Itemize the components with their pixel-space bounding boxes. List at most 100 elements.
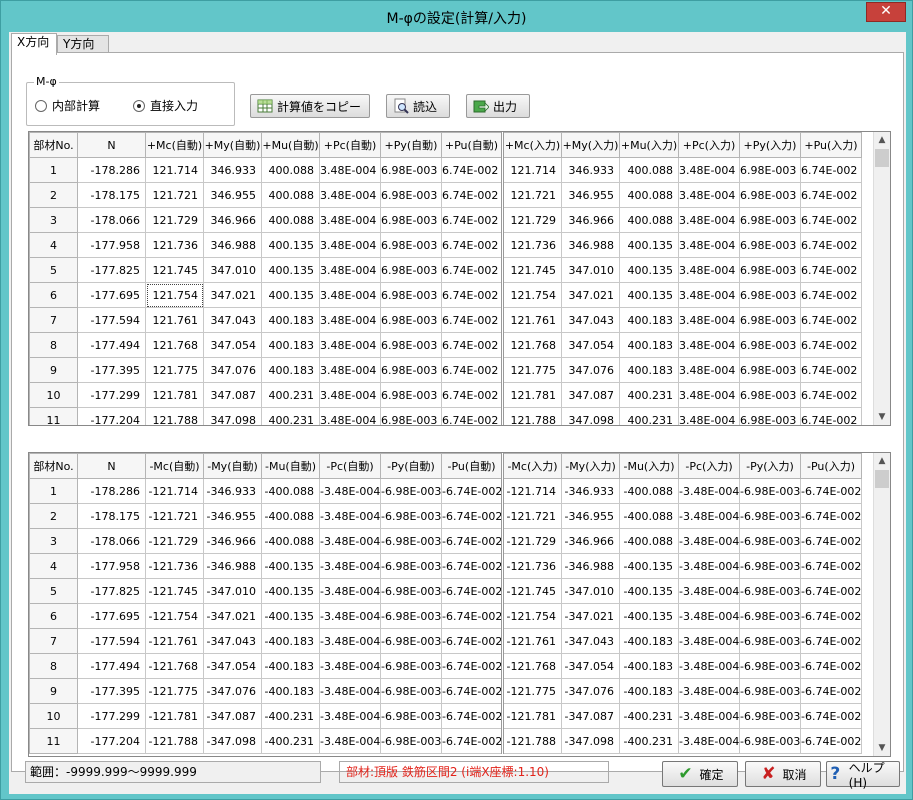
scroll-down-icon[interactable]: ▼ [874, 409, 890, 425]
table-cell[interactable]: 6.74E-002 [441, 207, 503, 233]
table-cell[interactable]: 400.088 [261, 157, 320, 183]
table-cell[interactable]: 121.745 [145, 257, 204, 283]
row-header[interactable]: 9 [29, 357, 78, 383]
scroll-down-icon[interactable]: ▼ [874, 740, 890, 756]
table-cell[interactable]: 3.48E-004 [319, 182, 381, 208]
table-cell[interactable]: 6.74E-002 [800, 232, 862, 258]
table-cell[interactable]: -3.48E-004 [678, 703, 740, 729]
column-header[interactable]: +Py(自動) [380, 132, 442, 158]
table-cell[interactable]: -6.74E-002 [800, 603, 862, 629]
table-cell[interactable]: -400.183 [261, 653, 320, 679]
table-cell[interactable]: -121.714 [145, 478, 204, 504]
help-button[interactable]: ? ヘルプ(H) [826, 761, 900, 790]
table-cell[interactable]: 6.74E-002 [800, 332, 862, 358]
table-cell[interactable]: -6.98E-003 [739, 678, 801, 704]
table-cell[interactable]: 347.010 [561, 257, 620, 283]
table-cell[interactable]: 6.98E-003 [739, 257, 801, 283]
table-cell[interactable]: 6.74E-002 [441, 332, 503, 358]
table-cell[interactable]: -400.135 [619, 553, 679, 579]
copy-calculated-button[interactable]: 計算値をコピー [250, 94, 370, 118]
table-cell[interactable]: -121.781 [145, 703, 204, 729]
table-cell[interactable]: 6.98E-003 [739, 157, 801, 183]
table-cell[interactable]: 346.988 [561, 232, 620, 258]
table-cell[interactable]: 121.736 [501, 232, 562, 258]
table-cell[interactable]: 347.076 [203, 357, 262, 383]
table-cell[interactable]: -6.74E-002 [441, 653, 503, 679]
table-cell[interactable]: -178.175 [77, 182, 146, 208]
table-cell[interactable]: -121.729 [501, 528, 562, 554]
table-cell[interactable]: -177.204 [77, 407, 146, 425]
column-header[interactable]: +Mc(入力) [501, 132, 562, 158]
table-cell[interactable]: -178.175 [77, 503, 146, 529]
table-cell[interactable]: -178.286 [77, 157, 146, 183]
row-header[interactable]: 2 [29, 182, 78, 208]
table-cell[interactable]: 121.781 [145, 382, 204, 408]
table-cell[interactable]: -6.98E-003 [739, 628, 801, 654]
table-row[interactable]: 9 -177.395 121.775 347.076 400.183 3.48E-004 6… [29, 357, 862, 383]
table-cell[interactable]: -6.98E-003 [739, 603, 801, 629]
table-cell[interactable]: -121.768 [145, 653, 204, 679]
table-cell[interactable]: 6.98E-003 [380, 307, 442, 333]
table-cell[interactable]: -177.395 [77, 357, 146, 383]
table-cell[interactable]: -346.933 [561, 478, 620, 504]
column-header[interactable]: -Mc(自動) [145, 453, 204, 479]
negative-grid-scrollbar[interactable]: ▲ ▼ [873, 453, 890, 756]
column-header[interactable]: +Mc(自動) [145, 132, 204, 158]
radio-internal-calc[interactable]: 内部計算 [35, 97, 100, 114]
table-cell[interactable]: -347.010 [561, 578, 620, 604]
table-cell[interactable]: -400.088 [261, 478, 320, 504]
cancel-button[interactable]: ✘ 取消 [745, 761, 821, 787]
table-cell[interactable]: -3.48E-004 [319, 603, 381, 629]
column-header[interactable]: +Pu(入力) [800, 132, 862, 158]
table-cell[interactable]: -6.98E-003 [739, 528, 801, 554]
table-cell[interactable]: 121.768 [145, 332, 204, 358]
table-cell[interactable]: 400.231 [619, 407, 679, 425]
table-cell[interactable]: -6.98E-003 [739, 703, 801, 729]
table-cell[interactable]: 121.714 [501, 157, 562, 183]
table-cell[interactable]: -6.98E-003 [739, 578, 801, 604]
table-cell[interactable]: -177.594 [77, 307, 146, 333]
table-cell[interactable]: 3.48E-004 [678, 307, 740, 333]
table-cell[interactable]: 6.74E-002 [800, 207, 862, 233]
table-cell[interactable]: -3.48E-004 [319, 553, 381, 579]
load-button[interactable]: 読込 [386, 94, 450, 118]
table-cell[interactable]: 347.043 [561, 307, 620, 333]
row-header[interactable]: 11 [29, 728, 78, 754]
table-cell[interactable]: -347.076 [203, 678, 262, 704]
table-cell[interactable]: -177.695 [77, 282, 146, 308]
table-cell[interactable]: -177.695 [77, 603, 146, 629]
table-cell[interactable]: -347.098 [203, 728, 262, 754]
table-cell[interactable]: 400.088 [261, 207, 320, 233]
table-cell[interactable]: -3.48E-004 [678, 603, 740, 629]
table-cell[interactable]: -6.98E-003 [380, 703, 442, 729]
table-cell[interactable]: -6.74E-002 [800, 528, 862, 554]
table-row[interactable]: 2 -178.175 -121.721 -346.955 -400.088 -3.48E-… [29, 503, 862, 529]
table-cell[interactable]: -6.74E-002 [441, 603, 503, 629]
table-cell[interactable]: -400.088 [261, 503, 320, 529]
table-cell[interactable]: 3.48E-004 [319, 207, 381, 233]
table-cell[interactable]: -347.043 [561, 628, 620, 654]
table-cell[interactable]: -347.087 [203, 703, 262, 729]
table-cell[interactable]: 347.087 [561, 382, 620, 408]
column-header[interactable]: +My(入力) [561, 132, 620, 158]
table-cell[interactable]: -6.74E-002 [441, 503, 503, 529]
table-cell[interactable]: 3.48E-004 [319, 382, 381, 408]
table-cell[interactable]: 400.135 [619, 257, 679, 283]
table-cell[interactable]: -6.74E-002 [800, 578, 862, 604]
table-cell[interactable]: -400.135 [619, 603, 679, 629]
table-row[interactable]: 11 -177.204 121.788 347.098 400.231 3.48E-004… [29, 407, 862, 425]
table-cell[interactable]: 347.054 [561, 332, 620, 358]
table-cell[interactable]: 400.183 [619, 307, 679, 333]
table-cell[interactable]: 347.010 [203, 257, 262, 283]
table-cell[interactable]: 6.74E-002 [441, 182, 503, 208]
table-cell[interactable]: 3.48E-004 [319, 282, 381, 308]
table-cell[interactable]: -6.98E-003 [739, 503, 801, 529]
table-cell[interactable]: -121.754 [501, 603, 562, 629]
table-cell[interactable]: 400.231 [261, 407, 320, 425]
table-cell[interactable]: 121.745 [501, 257, 562, 283]
table-row[interactable]: 4 -177.958 121.736 346.988 400.135 3.48E-004 6… [29, 232, 862, 258]
column-header[interactable]: -Py(自動) [380, 453, 442, 479]
positive-grid-scrollbar[interactable]: ▲ ▼ [873, 132, 890, 425]
table-row[interactable]: 1 -178.286 -121.714 -346.933 -400.088 -3.48E-… [29, 478, 862, 504]
table-cell[interactable]: -3.48E-004 [678, 503, 740, 529]
